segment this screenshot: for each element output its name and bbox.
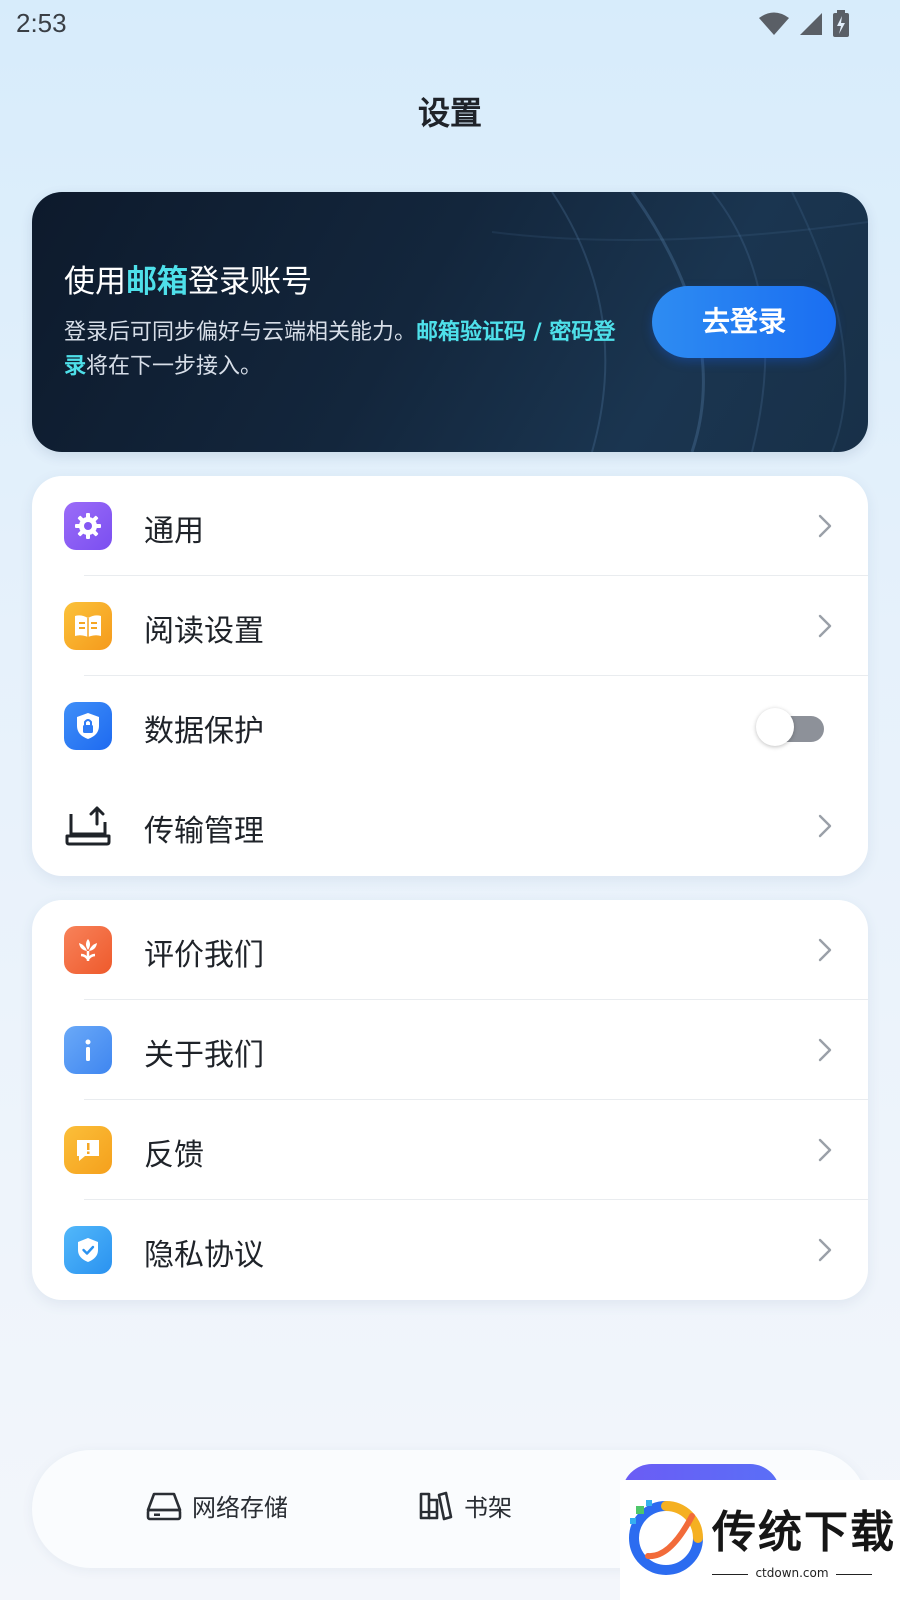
watermark-logo-icon (629, 1500, 703, 1575)
menu-item-transfer-management[interactable]: 传输管理 (32, 776, 868, 876)
shield-lock-icon (64, 702, 112, 750)
settings-group-about: 评价我们 关于我们 反馈 隐私协议 (32, 900, 868, 1300)
status-time: 2:53 (16, 8, 67, 38)
menu-item-about-us[interactable]: 关于我们 (32, 1000, 868, 1100)
feedback-icon (64, 1126, 112, 1174)
menu-item-label: 传输管理 (144, 814, 264, 849)
info-icon (64, 1026, 112, 1074)
chevron-right-icon (818, 1138, 832, 1162)
book-icon (64, 602, 112, 650)
laptop-upload-icon (64, 802, 112, 850)
nav-item-network-storage[interactable]: 网络存储 (146, 1488, 288, 1523)
menu-item-label: 数据保护 (144, 714, 264, 749)
menu-item-feedback[interactable]: 反馈 (32, 1100, 868, 1200)
chevron-right-icon (818, 514, 832, 538)
menu-item-data-protection: 数据保护 (32, 676, 868, 776)
storage-icon (146, 1492, 182, 1520)
nav-item-label: 书架 (464, 1494, 512, 1522)
chevron-right-icon (818, 614, 832, 638)
privacy-shield-icon (64, 1226, 112, 1274)
menu-item-reading-settings[interactable]: 阅读设置 (32, 576, 868, 676)
watermark-brand: 传统下载 (712, 1507, 896, 1558)
signal-icon (800, 13, 822, 35)
menu-item-rate-us[interactable]: 评价我们 (32, 900, 868, 1000)
nav-item-bookshelf[interactable]: 书架 (418, 1488, 512, 1523)
login-heading-suffix: 登录账号 (188, 264, 312, 300)
page-title: 设置 (417, 94, 482, 132)
toggle-knob (756, 708, 794, 746)
menu-item-label: 隐私协议 (144, 1238, 264, 1273)
status-bar: 2:53 (0, 0, 900, 50)
chevron-right-icon (818, 814, 832, 838)
nav-item-label: 网络存储 (192, 1494, 288, 1522)
login-desc-text-2: 将在下一步接入。 (86, 354, 263, 379)
login-desc-text-1: 登录后可同步偏好与云端相关能力。 (64, 320, 417, 345)
login-description: 登录后可同步偏好与云端相关能力。邮箱验证码 / 密码登录将在下一步接入。 (64, 316, 624, 384)
login-heading-highlight: 邮箱 (126, 264, 188, 300)
chevron-right-icon (818, 1038, 832, 1062)
login-button[interactable]: 去登录 (652, 286, 836, 358)
settings-group-general: 通用 阅读设置 数据保护 传输管理 (32, 476, 868, 876)
menu-item-general[interactable]: 通用 (32, 476, 868, 576)
menu-item-label: 通用 (144, 514, 204, 549)
login-heading: 使用邮箱登录账号 (64, 256, 312, 301)
login-banner: 使用邮箱登录账号 登录后可同步偏好与云端相关能力。邮箱验证码 / 密码登录将在下… (32, 192, 868, 452)
menu-item-label: 评价我们 (144, 938, 264, 973)
wifi-icon (759, 12, 789, 35)
data-protection-toggle[interactable] (756, 708, 824, 746)
bookshelf-icon (419, 1491, 453, 1520)
flower-icon (64, 926, 112, 974)
gear-icon (64, 502, 112, 550)
chevron-right-icon (818, 938, 832, 962)
battery-charging-icon (833, 10, 849, 37)
menu-item-privacy-policy[interactable]: 隐私协议 (32, 1200, 868, 1300)
menu-item-label: 阅读设置 (144, 614, 264, 649)
menu-item-label: 关于我们 (144, 1038, 264, 1073)
watermark-url: ctdown.com (712, 1566, 872, 1580)
chevron-right-icon (818, 1238, 832, 1262)
login-heading-prefix: 使用 (64, 264, 126, 300)
watermark: 传统下载 ctdown.com (620, 1480, 900, 1600)
status-icons (758, 10, 850, 38)
menu-item-label: 反馈 (144, 1138, 204, 1173)
